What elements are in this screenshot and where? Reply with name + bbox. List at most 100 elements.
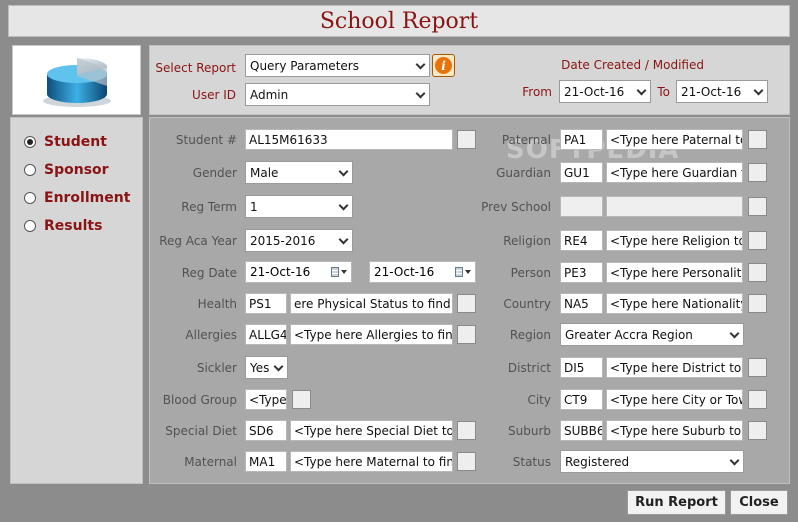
user-id-label: User ID [192, 88, 236, 102]
gender-value: Male [250, 165, 279, 180]
user-id-dropdown[interactable]: Admin [245, 83, 430, 106]
special-diet-search-field[interactable]: <Type here Special Diet to [290, 420, 453, 441]
calendar-icon[interactable] [331, 266, 347, 279]
allergies-search-field[interactable]: <Type here Allergies to find [290, 324, 453, 345]
prev-school-search-field[interactable] [606, 196, 743, 217]
radio-student-label: Student [44, 134, 107, 150]
to-date-dropdown[interactable]: 21-Oct-16 [676, 80, 768, 103]
from-date-dropdown[interactable]: 21-Oct-16 [559, 80, 651, 103]
user-id-value: Admin [250, 87, 289, 102]
city-checkbox[interactable] [748, 390, 767, 409]
health-search-field[interactable]: ere Physical Status to find> [290, 293, 453, 314]
religion-code-field[interactable]: RE4 [560, 230, 603, 251]
chevron-down-icon [730, 330, 739, 339]
reg-date-from-value: 21-Oct-16 [250, 265, 311, 279]
person-checkbox[interactable] [748, 263, 767, 282]
person-search-field[interactable]: <Type here Personality [606, 262, 743, 283]
district-code-field[interactable]: DI5 [560, 357, 603, 378]
special-diet-code-field[interactable]: SD6 [245, 420, 287, 441]
health-label: Health [197, 297, 237, 311]
info-button[interactable]: i [432, 54, 455, 77]
radio-enrollment[interactable]: Enrollment [24, 189, 130, 207]
logo [12, 45, 141, 115]
radio-sponsor-label: Sponsor [44, 162, 109, 178]
district-search-field[interactable]: <Type here District to f [606, 357, 743, 378]
guardian-search-field[interactable]: <Type here Guardian to [606, 162, 743, 183]
chevron-down-icon [416, 90, 425, 99]
paternal-search-field[interactable]: <Type here Paternal to [606, 129, 743, 150]
window-title: School Report [319, 9, 479, 34]
health-code-field[interactable]: PS1 [245, 293, 287, 314]
prev-school-checkbox[interactable] [748, 197, 767, 216]
country-search-field[interactable]: <Type here Nationality [606, 293, 743, 314]
blood-group-label: Blood Group [162, 393, 237, 407]
religion-search-field[interactable]: <Type here Religion to [606, 230, 743, 251]
date-created-header: Date Created / Modified [561, 58, 704, 72]
blood-group-field[interactable]: <Type [245, 389, 287, 410]
sickler-label: Sickler [196, 361, 237, 375]
radio-results-dot[interactable] [24, 220, 36, 232]
blood-group-checkbox[interactable] [292, 390, 311, 409]
close-button[interactable]: Close [730, 490, 788, 515]
person-code-field[interactable]: PE3 [560, 262, 603, 283]
status-dropdown[interactable]: Registered [560, 450, 744, 473]
chevron-down-icon [339, 236, 348, 245]
select-report-dropdown[interactable]: Query Parameters [245, 54, 430, 77]
select-report-value: Query Parameters [250, 58, 359, 73]
special-diet-label: Special Diet [165, 424, 237, 438]
prev-school-code-field[interactable] [560, 196, 603, 217]
country-label: Country [503, 297, 551, 311]
radio-sponsor[interactable]: Sponsor [24, 161, 109, 179]
calendar-icon[interactable] [455, 266, 471, 279]
reg-date-label: Reg Date [181, 266, 237, 280]
maternal-code-field[interactable]: MA1 [245, 451, 287, 472]
guardian-code-field[interactable]: GU1 [560, 162, 603, 183]
reg-date-to-picker[interactable]: 21-Oct-16 [369, 261, 476, 283]
paternal-checkbox[interactable] [748, 130, 767, 149]
suburb-search-field[interactable]: <Type here Suburb to f [606, 420, 743, 441]
city-search-field[interactable]: <Type here City or Tow [606, 389, 743, 410]
suburb-code-field[interactable]: SUBB6 [560, 420, 603, 441]
guardian-checkbox[interactable] [748, 163, 767, 182]
from-label: From [522, 85, 552, 99]
paternal-code-field[interactable]: PA1 [560, 129, 603, 150]
chevron-down-icon [637, 87, 646, 96]
guardian-label: Guardian [496, 166, 551, 180]
maternal-search-field[interactable]: <Type here Maternal to find [290, 451, 453, 472]
prev-school-label: Prev School [481, 200, 551, 214]
reg-aca-year-dropdown[interactable]: 2015-2016 [245, 229, 353, 252]
suburb-checkbox[interactable] [748, 421, 767, 440]
gender-dropdown[interactable]: Male [245, 161, 353, 184]
city-code-field[interactable]: CT9 [560, 389, 603, 410]
from-date-value: 21-Oct-16 [564, 84, 625, 99]
country-code-field[interactable]: NA5 [560, 293, 603, 314]
radio-student-dot[interactable] [24, 136, 36, 148]
region-label: Region [509, 328, 551, 342]
to-date-value: 21-Oct-16 [681, 84, 742, 99]
radio-student[interactable]: Student [24, 133, 107, 151]
reg-term-dropdown[interactable]: 1 [245, 195, 353, 218]
allergies-label: Allergies [185, 328, 237, 342]
gender-label: Gender [192, 166, 237, 180]
country-checkbox[interactable] [748, 294, 767, 313]
radio-results[interactable]: Results [24, 217, 102, 235]
radio-enrollment-dot[interactable] [24, 192, 36, 204]
to-label: To [657, 85, 670, 99]
district-checkbox[interactable] [748, 358, 767, 377]
run-report-button[interactable]: Run Report [627, 490, 726, 515]
person-label: Person [510, 266, 551, 280]
religion-checkbox[interactable] [748, 231, 767, 250]
paternal-label: Paternal [501, 133, 551, 147]
reg-date-from-picker[interactable]: 21-Oct-16 [245, 261, 352, 283]
chevron-down-icon [339, 202, 348, 211]
category-panel: Student Sponsor Enrollment Results [10, 117, 143, 484]
chevron-down-icon [339, 168, 348, 177]
pie-chart-icon [43, 57, 111, 107]
sickler-dropdown[interactable]: Yes [245, 356, 288, 379]
radio-sponsor-dot[interactable] [24, 164, 36, 176]
radio-results-label: Results [44, 218, 103, 234]
allergies-code-field[interactable]: ALLG4 [245, 324, 287, 345]
student-field[interactable]: AL15M61633 [245, 129, 453, 150]
sickler-value: Yes [250, 360, 270, 375]
region-dropdown[interactable]: Greater Accra Region [560, 323, 744, 346]
